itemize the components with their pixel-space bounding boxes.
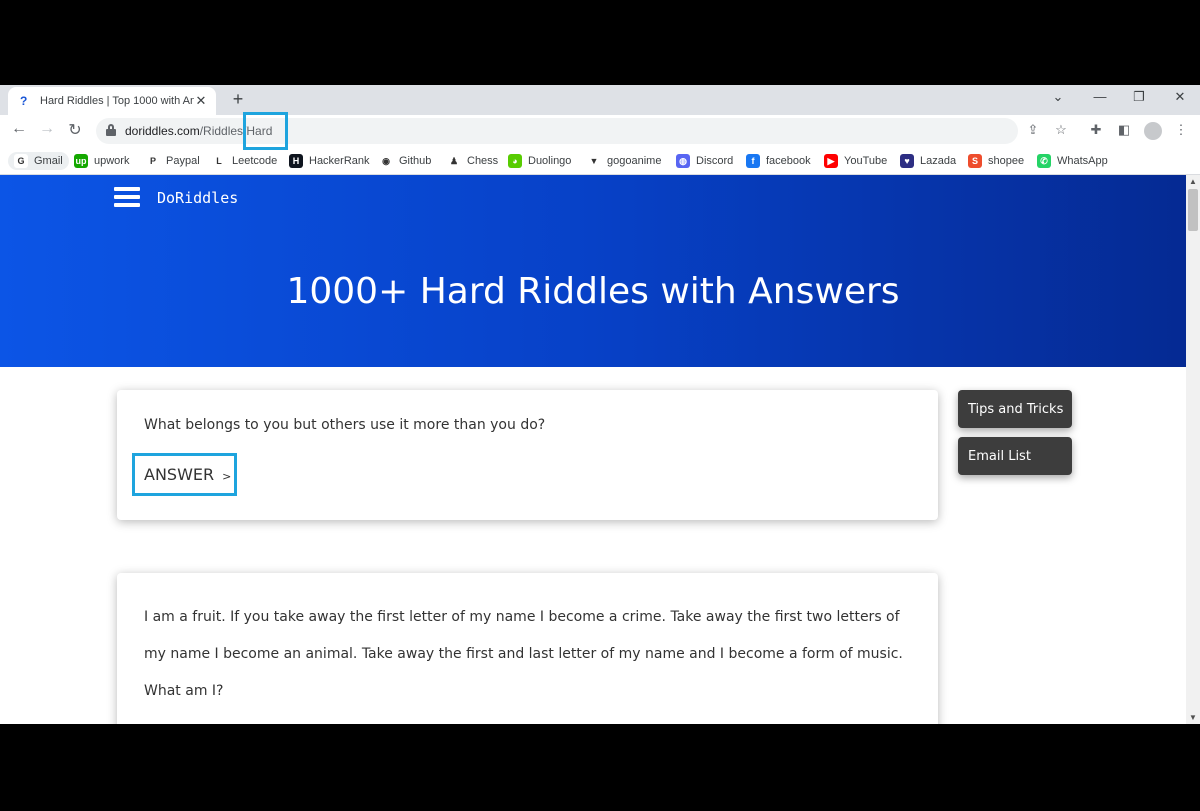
new-tab-button[interactable]: + — [228, 89, 248, 110]
chess-icon: ♟ — [447, 154, 461, 168]
bookmark-label: Duolingo — [528, 155, 572, 167]
reload-button[interactable]: ↻ — [65, 120, 85, 140]
bookmark-duolingo[interactable]: ◕ Duolingo — [508, 152, 571, 170]
sidepanel-icon[interactable]: ◧ — [1115, 122, 1133, 138]
riddle-question: I am a fruit. If you take away the first… — [144, 609, 903, 699]
site-brand[interactable]: DoRiddles — [157, 189, 238, 207]
bookmark-leetcode[interactable]: L Leetcode — [212, 152, 277, 170]
minimize-button[interactable]: — — [1090, 89, 1110, 104]
gmail-icon: G — [14, 154, 28, 168]
scroll-up-icon[interactable]: ▲ — [1189, 177, 1197, 186]
url-host: doriddles.com — [125, 124, 200, 138]
discord-icon: ◍ — [676, 154, 690, 168]
answer-label: ANSWER — [144, 465, 215, 484]
menu-icon[interactable]: ⋮ — [1172, 122, 1190, 138]
scroll-thumb[interactable] — [1188, 189, 1198, 231]
bookmark-facebook[interactable]: f facebook — [746, 152, 811, 170]
bookmark-label: Github — [399, 155, 432, 167]
browser-toolbar: ← → ↻ doriddles.com/Riddles/Hard ⇪ ☆ ✚ ◧… — [0, 115, 1200, 147]
riddle-card: What belongs to you but others use it mo… — [117, 390, 938, 520]
bookmark-gmail[interactable]: G Gmail — [8, 152, 69, 170]
bookmark-upwork[interactable]: up upwork — [74, 152, 129, 170]
bookmark-hackerrank[interactable]: H HackerRank — [289, 152, 370, 170]
leetcode-icon: L — [212, 154, 226, 168]
tips-and-tricks-button[interactable]: Tips and Tricks — [958, 390, 1072, 428]
duolingo-icon: ◕ — [508, 154, 522, 168]
bookmark-label: YouTube — [844, 155, 888, 167]
web-page: DoRiddles 1000+ Hard Riddles with Answer… — [0, 175, 1186, 724]
scrollbar[interactable]: ▲ ▼ — [1186, 175, 1200, 724]
bookmark-label: HackerRank — [309, 155, 370, 167]
profile-icon[interactable] — [1144, 122, 1162, 140]
answer-button[interactable]: ANSWER > — [132, 453, 237, 496]
restore-button[interactable]: ❐ — [1129, 89, 1149, 105]
bookmark-label: Paypal — [166, 155, 200, 167]
bookmark-shopee[interactable]: Sshopee — [968, 152, 1024, 170]
bookmark-label: gogoanime — [607, 155, 662, 167]
url-highlight-box — [243, 112, 288, 150]
star-icon[interactable]: ☆ — [1052, 122, 1070, 138]
bookmark-label: shopee — [988, 155, 1025, 167]
browser-window: ? Hard Riddles | Top 1000 with Answers ✕… — [0, 85, 1200, 724]
bookmark-label: upwork — [94, 155, 130, 167]
browser-tab[interactable]: ? Hard Riddles | Top 1000 with Answers ✕ — [8, 87, 216, 115]
facebook-icon: f — [746, 154, 760, 168]
scroll-down-icon[interactable]: ▼ — [1189, 713, 1197, 722]
bookmark-youtube[interactable]: ▶ YouTube — [824, 152, 887, 170]
email-list-button[interactable]: Email List — [958, 437, 1072, 475]
bookmark-label: Discord — [696, 155, 734, 167]
lock-icon[interactable] — [106, 124, 116, 136]
hero-banner: DoRiddles 1000+ Hard Riddles with Answer… — [0, 175, 1186, 367]
github-icon: ◉ — [379, 154, 393, 168]
tab-search-icon[interactable]: ⌄ — [1048, 89, 1068, 105]
paypal-icon: P — [146, 154, 160, 168]
bookmark-label: Lazada — [920, 155, 957, 167]
tab-title: Hard Riddles | Top 1000 with Answers — [40, 95, 194, 107]
bookmark-chess[interactable]: ♟ Chess — [447, 152, 498, 170]
bookmark-gogoanime[interactable]: ▼ gogoanime — [587, 152, 661, 170]
bookmark-paypal[interactable]: P Paypal — [146, 152, 200, 170]
bookmarks-bar: G Gmail up upwork P Paypal L Leetcode H HackerRan… — [0, 147, 1200, 175]
bookmark-github[interactable]: ◉ Github — [379, 152, 431, 170]
bookmark-label: Leetcode — [232, 155, 278, 167]
page-title: 1000+ Hard Riddles with Answers — [286, 271, 900, 312]
lazada-icon: ♥ — [900, 154, 914, 168]
gogoanime-icon: ▼ — [587, 154, 601, 168]
bookmark-label: facebook — [766, 155, 811, 167]
tab-strip: ? Hard Riddles | Top 1000 with Answers ✕… — [0, 85, 1200, 115]
back-button[interactable]: ← — [9, 120, 29, 138]
bookmark-label: Gmail — [34, 155, 63, 167]
forward-button[interactable]: → — [37, 120, 57, 138]
address-bar[interactable]: doriddles.com/Riddles/Hard — [96, 118, 1018, 144]
riddle-question: What belongs to you but others use it mo… — [144, 417, 546, 433]
chevron-right-icon: > — [222, 470, 232, 483]
favicon-icon: ? — [20, 94, 28, 108]
bookmark-lazada[interactable]: ♥ Lazada — [900, 152, 956, 170]
bookmark-discord[interactable]: ◍ Discord — [676, 152, 733, 170]
bookmark-label: Chess — [467, 155, 499, 167]
hamburger-menu-icon[interactable] — [114, 187, 140, 207]
extensions-icon[interactable]: ✚ — [1087, 122, 1105, 138]
close-tab-icon[interactable]: ✕ — [194, 93, 208, 109]
hackerrank-icon: H — [289, 154, 303, 168]
youtube-icon: ▶ — [824, 154, 838, 168]
whatsapp-icon: ✆ — [1037, 154, 1051, 168]
share-icon[interactable]: ⇪ — [1024, 122, 1042, 138]
bookmark-label: WhatsApp — [1057, 155, 1108, 167]
bookmark-whatsapp[interactable]: ✆ WhatsApp — [1037, 152, 1108, 170]
riddle-card: I am a fruit. If you take away the first… — [117, 573, 938, 724]
close-window-button[interactable]: ✕ — [1170, 89, 1190, 105]
upwork-icon: up — [74, 154, 88, 168]
shopee-icon: S — [968, 154, 982, 168]
